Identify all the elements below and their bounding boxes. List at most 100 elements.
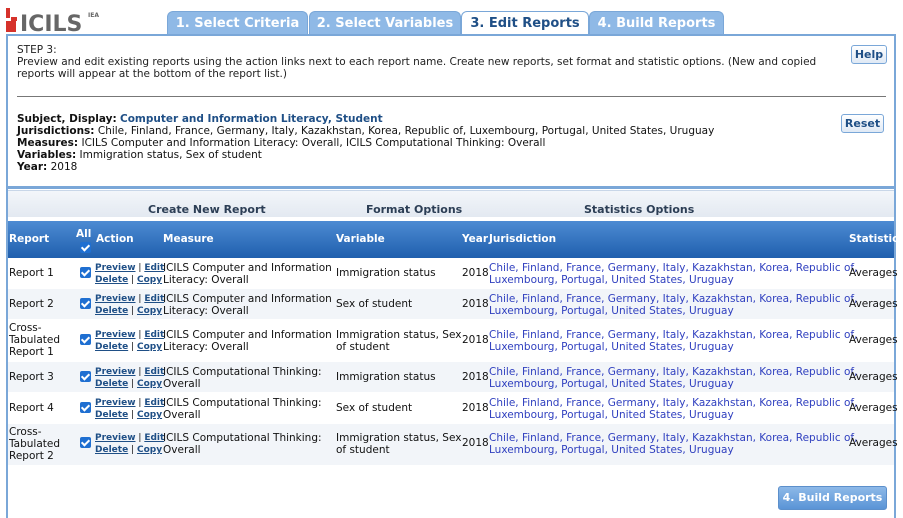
tab-select-variables[interactable]: 2. Select Variables: [309, 11, 461, 34]
copy-link[interactable]: Copy: [137, 306, 162, 316]
row-actions: Preview | Edit Delete | Copy: [95, 330, 165, 352]
jurisdiction-cell[interactable]: Chile, Finland, France, Germany, Italy, …: [489, 293, 857, 317]
step-title: STEP 3:: [17, 44, 57, 56]
edit-link[interactable]: Edit: [144, 294, 164, 304]
options-bar: Create New Report Format Options Statist…: [8, 190, 894, 217]
row-checkbox[interactable]: [80, 437, 91, 448]
year-cell: 2018: [462, 402, 489, 414]
edit-link[interactable]: Edit: [144, 433, 164, 443]
variable-cell: Sex of student: [336, 298, 413, 310]
build-reports-button[interactable]: 4. Build Reports: [778, 486, 887, 510]
jurisdiction-cell[interactable]: Chile, Finland, France, Germany, Italy, …: [489, 262, 857, 286]
step-instructions: STEP 3: Preview and edit existing report…: [17, 44, 847, 80]
row-actions: Preview | Edit Delete | Copy: [95, 367, 165, 389]
edit-link[interactable]: Edit: [144, 330, 164, 340]
edit-link[interactable]: Edit: [144, 398, 164, 408]
col-report: Report: [9, 233, 50, 245]
variables-value: Immigration status, Sex of student: [79, 149, 262, 161]
variable-cell: Immigration status: [336, 267, 436, 279]
select-all-checkbox[interactable]: [80, 242, 91, 253]
preview-link[interactable]: Preview: [95, 294, 136, 304]
year-cell: 2018: [462, 334, 489, 346]
row-checkbox[interactable]: [80, 334, 91, 345]
jurisdiction-cell[interactable]: Chile, Finland, France, Germany, Italy, …: [489, 329, 857, 353]
subject-label: Subject, Display:: [17, 113, 117, 125]
jurisdiction-cell[interactable]: Chile, Finland, France, Germany, Italy, …: [489, 366, 857, 390]
table-row: Cross- Tabulated Report 1 Preview | Edit D…: [8, 320, 898, 362]
preview-link[interactable]: Preview: [95, 367, 136, 377]
subject-value: Computer and Information Literacy, Stude…: [120, 113, 383, 125]
tab-edit-reports[interactable]: 3. Edit Reports: [461, 11, 589, 35]
copy-link[interactable]: Copy: [137, 379, 162, 389]
report-table-header: Report All Action Measure Variable Year …: [8, 221, 898, 258]
col-year: Year: [462, 233, 489, 245]
row-actions: Preview | Edit Delete | Copy: [95, 398, 165, 420]
delete-link[interactable]: Delete: [95, 306, 128, 316]
copy-link[interactable]: Copy: [137, 342, 162, 352]
statistics-options-link[interactable]: Statistics Options: [584, 203, 694, 216]
separator: [17, 96, 886, 97]
year-cell: 2018: [462, 371, 489, 383]
report-name: Report 2: [9, 298, 54, 310]
jurisdictions-label: Jurisdictions:: [17, 125, 95, 137]
row-actions: Preview | Edit Delete | Copy: [95, 263, 165, 285]
variable-cell: Immigration status, Sex of student: [336, 329, 462, 353]
help-button[interactable]: Help: [851, 45, 887, 64]
edit-link[interactable]: Edit: [144, 263, 164, 273]
section-divider: [6, 186, 896, 189]
row-checkbox[interactable]: [80, 267, 91, 278]
report-name: Report 1: [9, 267, 54, 279]
measure-cell: ICILS Computer and Information Literacy: …: [163, 293, 332, 317]
row-checkbox[interactable]: [80, 371, 91, 382]
copy-link[interactable]: Copy: [137, 445, 162, 455]
year-cell: 2018: [462, 267, 489, 279]
preview-link[interactable]: Preview: [95, 263, 136, 273]
tab-select-criteria[interactable]: 1. Select Criteria: [167, 11, 308, 34]
format-options-link[interactable]: Format Options: [366, 203, 462, 216]
step-description: Preview and edit existing reports using …: [17, 56, 817, 80]
row-checkbox[interactable]: [80, 402, 91, 413]
col-statistic: Statistic: [849, 233, 899, 245]
variables-label: Variables:: [17, 149, 77, 161]
edit-link[interactable]: Edit: [144, 367, 164, 377]
copy-link[interactable]: Copy: [137, 410, 162, 420]
statistic-cell: Averages: [849, 267, 898, 279]
report-name: Cross- Tabulated Report 1: [9, 322, 61, 358]
delete-link[interactable]: Delete: [95, 445, 128, 455]
jurisdictions-value: Chile, Finland, France, Germany, Italy, …: [97, 125, 715, 137]
preview-link[interactable]: Preview: [95, 433, 136, 443]
table-row: Report 2 Preview | Edit Delete | Copy IC…: [8, 289, 898, 320]
reset-button[interactable]: Reset: [841, 114, 884, 133]
preview-link[interactable]: Preview: [95, 398, 136, 408]
jurisdiction-cell[interactable]: Chile, Finland, France, Germany, Italy, …: [489, 432, 857, 456]
measure-cell: ICILS Computational Thinking: Overall: [163, 432, 322, 456]
table-row: Cross- Tabulated Report 2 Preview | Edit D…: [8, 424, 898, 466]
year-label: Year:: [17, 161, 48, 173]
year-cell: 2018: [462, 437, 489, 449]
measures-label: Measures:: [17, 137, 79, 149]
row-actions: Preview | Edit Delete | Copy: [95, 433, 165, 455]
col-action: Action: [96, 233, 134, 245]
col-all: All: [76, 228, 92, 240]
selection-summary: Subject, Display: Computer and Informati…: [17, 113, 714, 173]
svg-text:ICILS: ICILS: [20, 12, 82, 34]
icils-logo: ICILS IEA: [4, 4, 100, 37]
delete-link[interactable]: Delete: [95, 379, 128, 389]
col-variable: Variable: [336, 233, 385, 245]
table-row: Report 4 Preview | Edit Delete | Copy IC…: [8, 393, 898, 424]
copy-link[interactable]: Copy: [137, 275, 162, 285]
delete-link[interactable]: Delete: [95, 342, 128, 352]
delete-link[interactable]: Delete: [95, 410, 128, 420]
table-row: Report 1 Preview | Edit Delete | Copy IC…: [8, 258, 898, 289]
delete-link[interactable]: Delete: [95, 275, 128, 285]
year-value: 2018: [50, 161, 78, 173]
row-checkbox[interactable]: [80, 298, 91, 309]
preview-link[interactable]: Preview: [95, 330, 136, 340]
col-jurisdiction: Jurisdiction: [489, 233, 557, 245]
create-new-report-link[interactable]: Create New Report: [148, 203, 266, 216]
tab-build-reports[interactable]: 4. Build Reports: [589, 11, 724, 34]
statistic-cell: Averages: [849, 298, 898, 310]
report-name: Report 4: [9, 402, 54, 414]
year-cell: 2018: [462, 298, 489, 310]
jurisdiction-cell[interactable]: Chile, Finland, France, Germany, Italy, …: [489, 397, 857, 421]
